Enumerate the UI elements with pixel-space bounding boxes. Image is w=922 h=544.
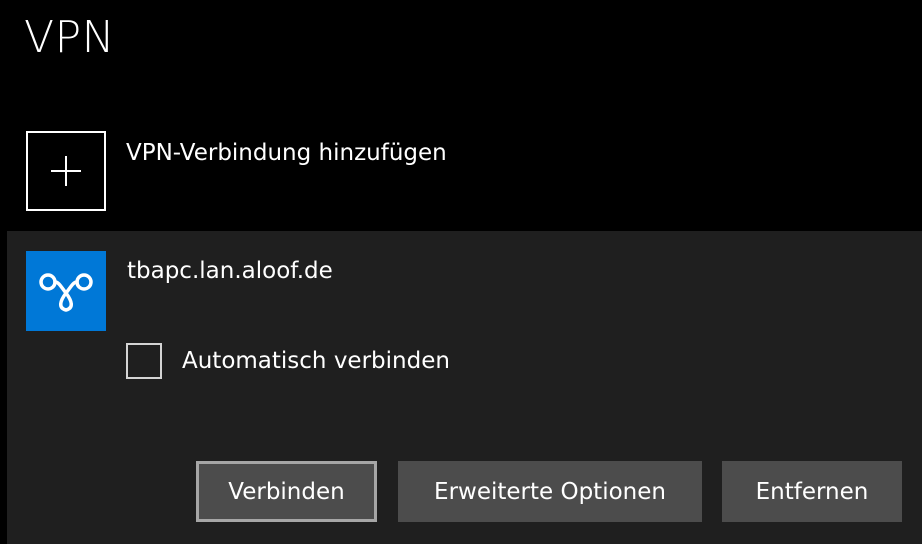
vpn-connection-name: tbapc.lan.aloof.de xyxy=(127,258,333,284)
add-vpn-connection-label: VPN-Verbindung hinzufügen xyxy=(126,140,447,166)
vpn-connection-item[interactable]: tbapc.lan.aloof.de Automatisch verbinden… xyxy=(7,231,922,544)
auto-connect-checkbox-row[interactable]: Automatisch verbinden xyxy=(126,343,526,383)
plus-icon xyxy=(26,131,106,211)
page-title: VPN xyxy=(24,12,116,63)
vpn-connection-icon xyxy=(26,251,106,331)
remove-button[interactable]: Entfernen xyxy=(722,461,902,522)
advanced-options-button[interactable]: Erweiterte Optionen xyxy=(398,461,702,522)
add-vpn-connection-button[interactable]: VPN-Verbindung hinzufügen xyxy=(26,131,626,211)
auto-connect-checkbox[interactable] xyxy=(126,343,162,379)
vpn-settings-page: VPN VPN-Verbindung hinzufügen tbapc.lan.… xyxy=(0,0,922,544)
auto-connect-label: Automatisch verbinden xyxy=(182,348,450,374)
connect-button[interactable]: Verbinden xyxy=(196,461,377,522)
